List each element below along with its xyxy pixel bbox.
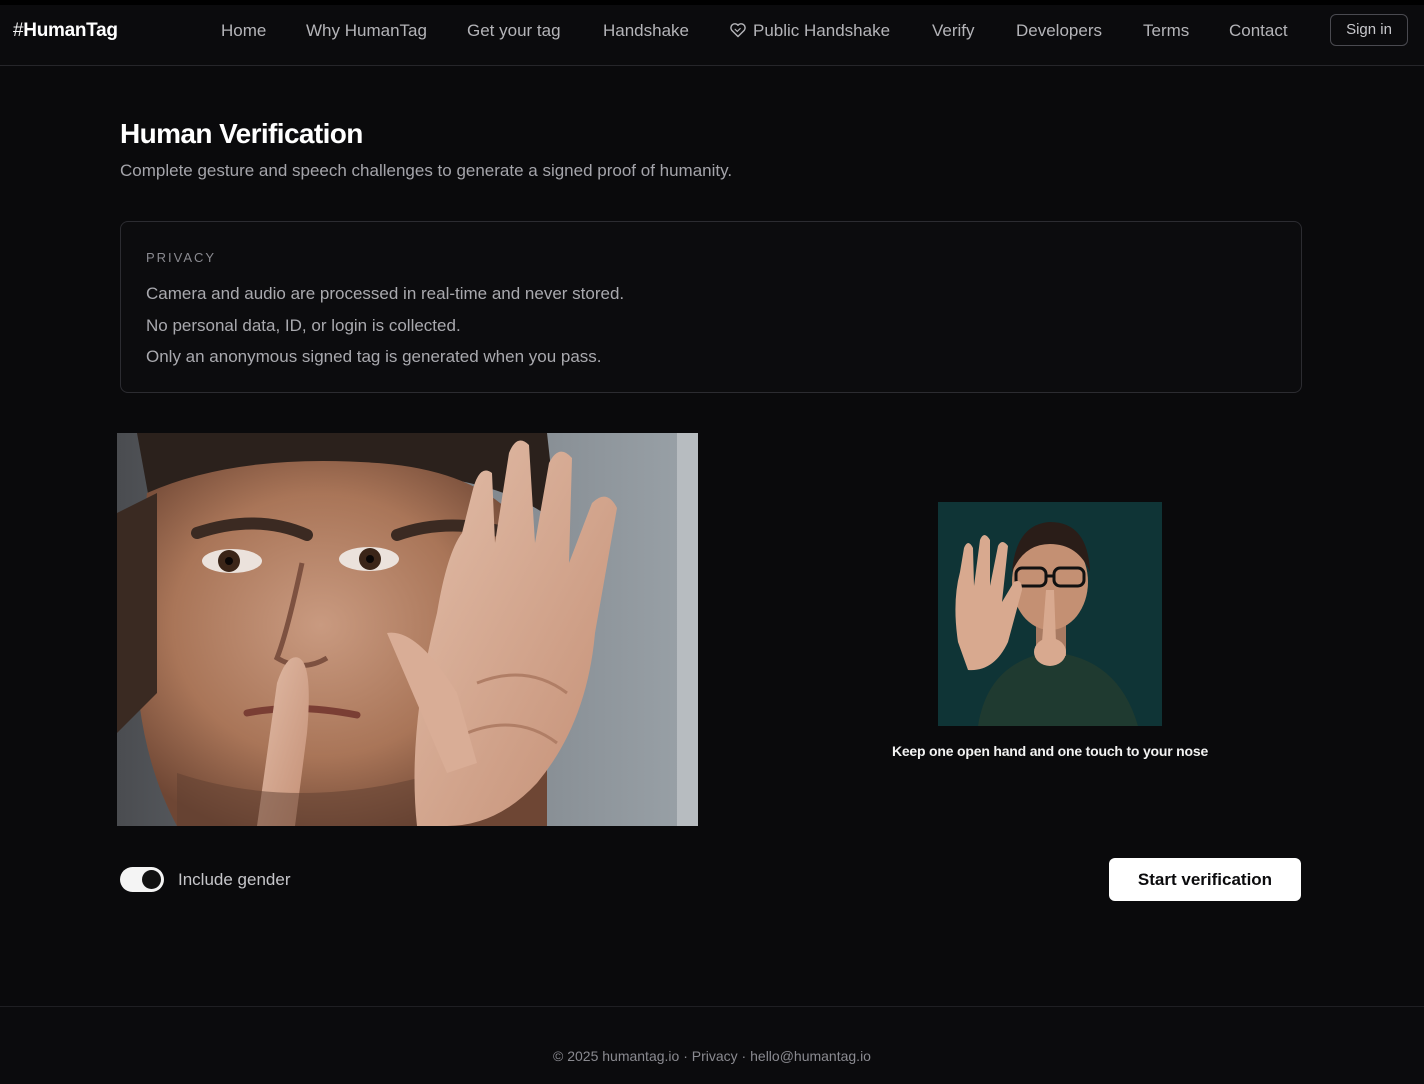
nav-public-handshake[interactable]: Public Handshake <box>729 21 890 41</box>
site-footer: © 2025 humantag.io · Privacy · hello@hum… <box>0 1006 1424 1084</box>
nav-home[interactable]: Home <box>221 21 266 41</box>
privacy-line: Only an anonymous signed tag is generate… <box>146 347 602 366</box>
include-gender-toggle[interactable] <box>120 867 164 892</box>
nav-developers[interactable]: Developers <box>1016 21 1102 41</box>
toggle-knob <box>142 870 161 889</box>
reference-gesture-illustration <box>938 502 1162 726</box>
site-header: #HumanTag Home Why HumanTag Get your tag… <box>0 5 1424 66</box>
footer-separator: · <box>679 1048 692 1064</box>
footer-email-link[interactable]: hello@humantag.io <box>750 1048 871 1064</box>
nav-verify[interactable]: Verify <box>932 21 975 41</box>
start-verification-button[interactable]: Start verification <box>1109 858 1301 901</box>
challenge-reference-image <box>938 502 1162 726</box>
nav-get-your-tag[interactable]: Get your tag <box>467 21 561 41</box>
privacy-heading: PRIVACY <box>146 250 217 265</box>
camera-feed <box>117 433 698 826</box>
page-subtitle: Complete gesture and speech challenges t… <box>120 161 733 180</box>
logo[interactable]: #HumanTag <box>13 20 118 42</box>
footer-copyright: © 2025 humantag.io <box>553 1048 680 1064</box>
footer-text: © 2025 humantag.io · Privacy · hello@hum… <box>0 1048 1424 1064</box>
nav-why-humantag[interactable]: Why HumanTag <box>306 21 427 41</box>
footer-separator: · <box>737 1048 751 1064</box>
privacy-line: No personal data, ID, or login is collec… <box>146 316 461 335</box>
challenge-instruction: Keep one open hand and one touch to your… <box>891 743 1209 759</box>
nav-terms[interactable]: Terms <box>1143 21 1189 41</box>
nav-public-handshake-label: Public Handshake <box>753 21 891 40</box>
privacy-panel: PRIVACY Camera and audio are processed i… <box>120 221 1302 393</box>
camera-frame-image <box>117 433 698 826</box>
include-gender-label: Include gender <box>178 870 291 889</box>
privacy-line: Camera and audio are processed in real-t… <box>146 284 625 303</box>
heart-handshake-icon <box>730 23 746 38</box>
nav-handshake[interactable]: Handshake <box>603 21 689 41</box>
page-title: Human Verification <box>120 118 363 149</box>
sign-in-button[interactable]: Sign in <box>1330 14 1408 46</box>
nav-contact[interactable]: Contact <box>1229 21 1288 41</box>
footer-privacy-link[interactable]: Privacy <box>692 1048 738 1064</box>
